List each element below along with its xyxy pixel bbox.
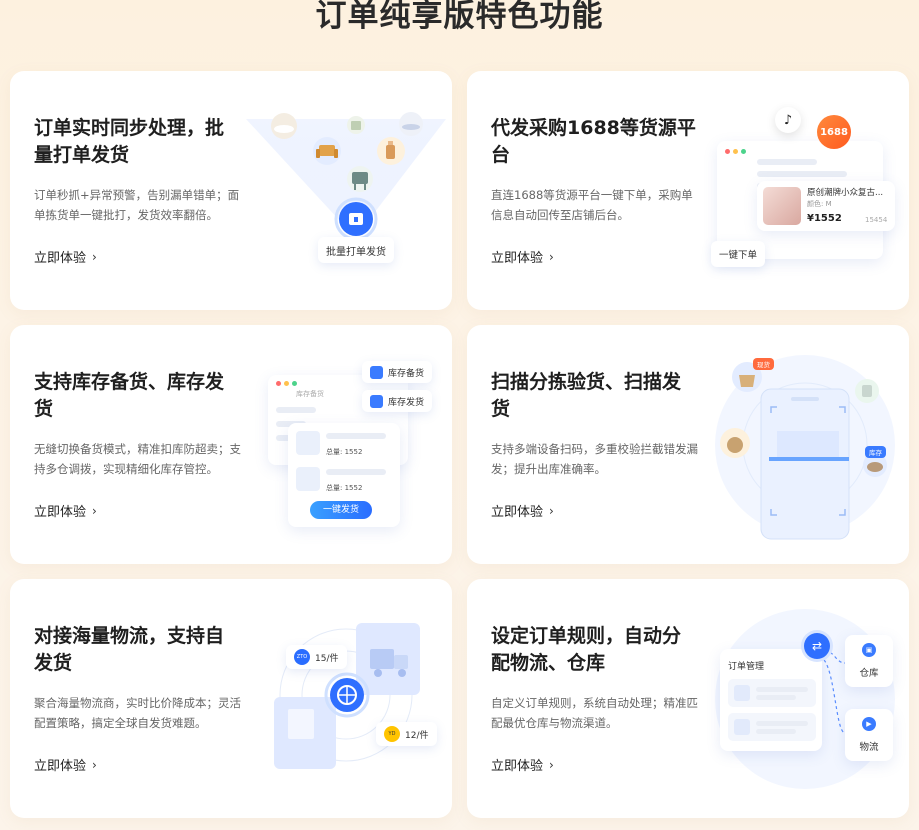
product-sales: 15454 [865,216,888,224]
chevron-right-icon: › [549,249,554,264]
fan-graphic [246,112,446,241]
stock-ship-tag: 库存发货 [362,390,433,412]
stock-prep-label: 库存备货 [388,368,425,379]
bag-icon [763,187,801,225]
shuffle-icon: ⇄ [804,633,830,659]
feature-card-batch-print: 订单实时同步处理，批量打单发货 订单秒抓+异常预警，告别漏单错单；面单拣货单一键… [10,71,452,310]
illustration-logistics: ZTO 15/件 YD 12/件 [238,579,452,818]
chevron-right-icon: › [92,757,97,772]
order-manage-title: 订单管理 [728,662,765,672]
link-label: 立即体验 [491,759,544,774]
warehouse-label: 仓库 [859,668,879,679]
image-icon [296,431,320,455]
try-now-link[interactable]: 立即体验 › [491,755,554,775]
card-desc: 直连1688等货源平台一键下单，采购单信息自动回传至店铺后台。 [491,188,693,222]
card-title: 支持库存备货、库存发货 [34,371,225,420]
card-desc: 订单秒抓+异常预警，告别漏单错单；面单拣货单一键批打，发货效率翻倍。 [34,188,240,222]
page-title: 订单纯享版特色功能 [315,0,604,34]
badge-in-stock: 现货 [753,358,774,370]
scan-phone-graphic [715,355,895,540]
card-desc: 聚合海量物流商，实时比价降成本；灵活配置策略，搞定全球自发货难题。 [34,696,241,730]
logistics-label: 物流 [859,742,879,753]
illustration-rules: 订单管理 ⇄ ▣ 仓库 ▶ 物流 [695,579,909,818]
feature-card-inventory: 支持库存备货、库存发货 无缝切换备货模式，精准扣库防超卖；支持多仓调拨，实现精细… [10,325,452,564]
warehouse-icon: ▣ [862,643,876,657]
window-dots [725,149,746,154]
yd-price: 12/件 [405,730,429,741]
card-desc: 支持多端设备扫码，多重校验拦截错发漏发；提升出库准确率。 [491,442,698,476]
illustration-inventory: 库存备货 库存备货 库存发货 总量: 1552 总量: 1552 一键发货 [238,325,452,564]
stock-list-panel: 总量: 1552 总量: 1552 一键发货 [288,423,400,527]
feature-card-scan: 扫描分拣验货、扫描发货 支持多端设备扫码，多重校验拦截错发漏发；提升出库准确率。… [467,325,909,564]
stock-ship-label: 库存发货 [388,397,425,408]
feature-card-logistics: 对接海量物流，支持自发货 聚合海量物流商，实时比价降成本；灵活配置策略，搞定全球… [10,579,452,818]
link-label: 立即体验 [491,505,544,520]
stock-qty-2: 总量: 1552 [326,484,363,492]
truck-icon: ▶ [862,717,876,731]
product-spec: 颜色: M [807,200,832,208]
try-now-link[interactable]: 立即体验 › [34,755,97,775]
product-card: 原创潮牌小众复古... 颜色: M ¥1552 15454 [757,181,895,231]
try-now-link[interactable]: 立即体验 › [491,247,554,267]
logistics-graphic [274,623,420,769]
list-icon [370,365,383,379]
chevron-right-icon: › [92,249,97,264]
try-now-link[interactable]: 立即体验 › [491,501,554,521]
image-icon [734,719,750,735]
card-title: 扫描分拣验货、扫描发货 [491,371,682,420]
warehouse-node: ▣ 仓库 [845,635,893,687]
illustration-1688: ♪ 1688 原创潮牌小众复古... 颜色: M ¥1552 15454 一键下… [695,71,909,310]
product-name: 原创潮牌小众复古... [807,188,884,198]
inventory-panel-title: 库存备货 [296,390,324,398]
image-icon [734,685,750,701]
logistics-node: ▶ 物流 [845,709,893,761]
product-price: ¥1552 [807,213,842,224]
card-title: 订单实时同步处理，批量打单发货 [34,117,225,166]
order-manage-panel: 订单管理 [720,649,822,751]
tiktok-icon: ♪ [775,107,801,133]
card-title: 代发采购1688等货源平台 [491,117,696,166]
yd-logo-icon: YD [384,726,400,742]
try-now-link[interactable]: 立即体验 › [34,501,97,521]
one-click-order-button: 一键下单 [711,241,766,267]
link-label: 立即体验 [34,505,87,520]
feature-card-rules: 设定订单规则，自动分配物流、仓库 自定义订单规则，系统自动处理；精准匹配最优仓库… [467,579,909,818]
chevron-right-icon: › [92,503,97,518]
card-title: 对接海量物流，支持自发货 [34,625,225,674]
feature-card-1688: 代发采购1688等货源平台 直连1688等货源平台一键下单，采购单信息自动回传至… [467,71,909,310]
badge-1688: 1688 [817,115,851,149]
illustration-scan: 现货 库存 [695,325,909,564]
link-label: 立即体验 [34,759,87,774]
badge-1688-label: 1688 [820,126,848,138]
batch-print-label: 批量打单发货 [326,246,386,258]
zto-logo-icon: ZTO [294,649,310,665]
box-icon [370,394,383,408]
illustration-batch-print: 批量打单发货 [238,71,452,310]
image-icon [296,467,320,491]
batch-print-button: 批量打单发货 [318,237,394,263]
zto-price-tag: ZTO 15/件 [286,645,347,669]
yd-price-tag: YD 12/件 [376,722,437,746]
zto-price: 15/件 [315,653,339,664]
card-desc: 无缝切换备货模式，精准扣库防超卖；支持多仓调拨，实现精细化库存管控。 [34,442,241,476]
card-desc: 自定义订单规则，系统自动处理；精准匹配最优仓库与物流渠道。 [491,696,698,730]
badge-stock: 库存 [865,446,886,458]
one-click-ship-button: 一键发货 [310,501,372,519]
stock-prep-tag: 库存备货 [362,361,433,383]
chevron-right-icon: › [549,503,554,518]
link-label: 立即体验 [491,251,544,266]
chevron-right-icon: › [549,757,554,772]
card-title: 设定订单规则，自动分配物流、仓库 [491,625,682,674]
link-label: 立即体验 [34,251,87,266]
try-now-link[interactable]: 立即体验 › [34,247,97,267]
stock-qty-1: 总量: 1552 [326,448,363,456]
one-click-order-label: 一键下单 [719,250,758,261]
